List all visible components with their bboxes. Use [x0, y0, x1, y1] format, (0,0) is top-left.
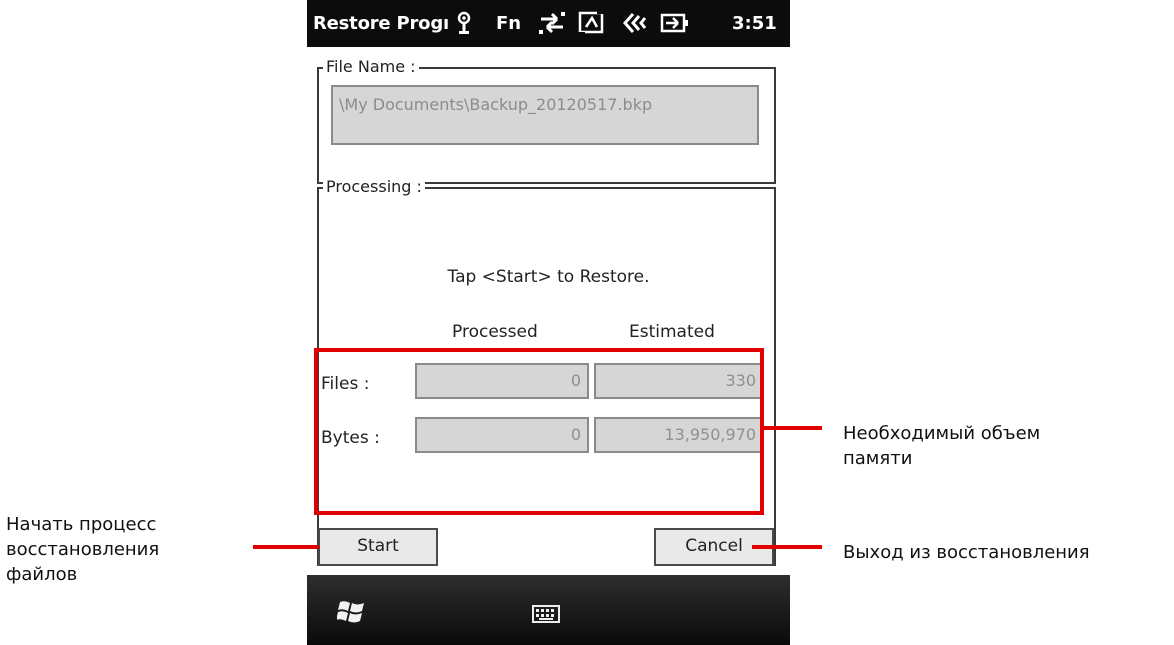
taskbar	[307, 575, 790, 645]
start-annotation: Начать процесс восстановления файлов	[6, 514, 160, 585]
estimated-header: Estimated	[629, 322, 715, 342]
processed-header: Processed	[452, 322, 538, 342]
cancel-callout-line	[752, 545, 822, 549]
keyboard-icon[interactable]	[532, 605, 560, 627]
start-button[interactable]: Start	[318, 528, 438, 566]
file-name-label: File Name :	[323, 57, 419, 77]
processing-message: Tap <Start> to Restore.	[447, 267, 650, 287]
connection-icon[interactable]	[577, 10, 607, 36]
memory-annotation: Необходимый объем памяти	[843, 423, 1041, 469]
status-bar: Restore Progı Fn 3:51	[307, 0, 790, 47]
window-title: Restore Progı	[313, 13, 449, 34]
windows-start-icon[interactable]	[336, 599, 367, 629]
processing-label: Processing :	[323, 177, 425, 197]
antenna-icon	[454, 10, 474, 36]
device-screen: Restore Progı Fn 3:51 File Name: \My Do…	[307, 0, 790, 645]
sync-arrows-icon[interactable]	[537, 10, 567, 36]
clock[interactable]: 3:51	[732, 13, 777, 34]
start-callout-line	[253, 545, 319, 549]
fn-indicator: Fn	[496, 13, 522, 34]
cancel-annotation: Выход из восстановления	[843, 542, 1090, 563]
speaker-icon[interactable]	[619, 10, 649, 36]
memory-highlight-box	[314, 348, 764, 515]
file-path-field: \My Documents\Backup_20120517.bkp	[331, 85, 759, 145]
memory-callout-line	[764, 426, 822, 430]
battery-plug-icon[interactable]	[660, 10, 690, 36]
